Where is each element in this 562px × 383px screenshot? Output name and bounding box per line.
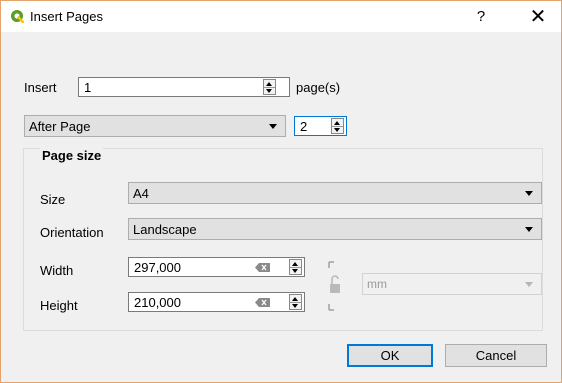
height-spinbox[interactable]: 210,000 [128,292,305,312]
step-down-icon[interactable] [292,269,298,273]
ok-button[interactable]: OK [347,344,433,367]
step-down-icon[interactable] [334,128,340,132]
size-value: A4 [133,186,149,201]
stepper-divider [290,302,301,303]
insert-count-stepper[interactable] [263,79,276,95]
position-mode-select[interactable]: After Page [24,115,286,137]
width-spinbox[interactable]: 297,000 [128,257,305,277]
stepper-divider [264,87,275,88]
step-down-icon[interactable] [266,89,272,93]
position-mode-value: After Page [29,119,91,134]
title-bar[interactable]: Insert Pages ? ✕ [1,1,561,32]
stepper-divider [332,126,343,127]
size-label: Size [40,192,66,207]
page-number-value: 2 [300,119,308,134]
insert-pages-dialog: Insert Pages ? ✕ Insert 1 page(s) After … [0,0,562,383]
orientation-select[interactable]: Landscape [128,218,542,240]
insert-label: Insert [24,80,57,95]
units-value: mm [367,277,387,291]
height-label: Height [40,298,78,313]
width-stepper[interactable] [289,259,302,275]
height-value: 210,000 [134,295,181,310]
size-select[interactable]: A4 [128,182,542,204]
page-number-spinbox[interactable]: 2 [294,116,347,136]
cancel-button[interactable]: Cancel [445,344,547,367]
page-number-stepper[interactable] [331,118,344,134]
unlocked-padlock-icon[interactable] [327,260,343,312]
help-button[interactable]: ? [467,5,495,29]
qgis-logo-icon [11,10,24,23]
page-size-group-title: Page size [40,148,104,163]
units-select[interactable]: mm [362,273,542,295]
clear-field-icon[interactable] [255,298,270,307]
stepper-divider [290,267,301,268]
insert-count-value: 1 [84,80,92,95]
close-button[interactable]: ✕ [523,5,553,29]
orientation-label: Orientation [40,225,104,240]
pages-suffix-label: page(s) [296,80,341,95]
orientation-value: Landscape [133,222,197,237]
chevron-down-icon [525,191,533,196]
width-value: 297,000 [134,260,181,275]
step-down-icon[interactable] [292,304,298,308]
chevron-down-icon [269,124,277,129]
insert-count-spinbox[interactable]: 1 [78,77,290,97]
step-up-icon[interactable] [266,82,272,86]
step-up-icon[interactable] [292,262,298,266]
height-stepper[interactable] [289,294,302,310]
chevron-down-icon [525,227,533,232]
step-up-icon[interactable] [334,121,340,125]
window-title: Insert Pages [30,9,103,24]
step-up-icon[interactable] [292,297,298,301]
clear-field-icon[interactable] [255,263,270,272]
chevron-down-icon [525,282,533,287]
width-label: Width [40,263,74,278]
